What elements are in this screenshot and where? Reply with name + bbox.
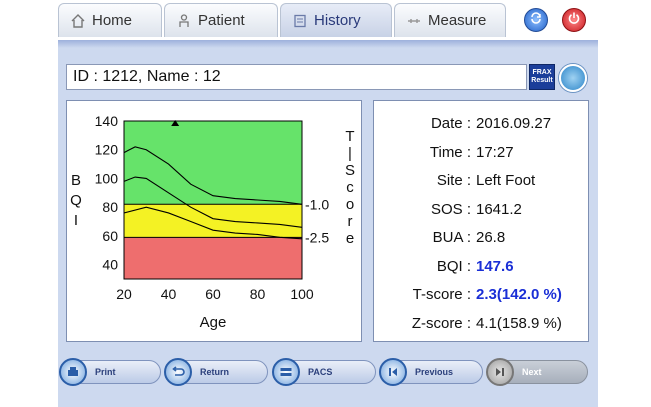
info-label: T-score : <box>412 286 471 303</box>
power-icon <box>567 11 581 30</box>
result-info-panel: Date : 2016.09.27 Time : 17:27 Site : Left Fo… <box>373 100 589 342</box>
tab-measure-label: Measure <box>428 12 487 29</box>
info-value: 2.3(142.0 %) <box>476 286 562 303</box>
frax-result-button[interactable]: FRAX Result <box>529 64 555 90</box>
print-button[interactable]: Print <box>59 358 161 386</box>
right-axis-label-char: S <box>345 162 355 179</box>
info-label: Site : <box>436 172 471 189</box>
info-value: 17:27 <box>476 143 514 161</box>
person-icon <box>177 13 191 28</box>
pacs-icon <box>272 358 300 386</box>
tab-patient-label: Patient <box>198 12 245 29</box>
right-axis-label-char: o <box>346 196 354 213</box>
info-value: 26.8 <box>476 229 506 246</box>
info-value: 147.6 <box>476 257 514 275</box>
refresh-button[interactable] <box>524 8 548 32</box>
tab-bar: Home Patient History Measure <box>58 0 598 40</box>
x-axis-label: Age <box>200 314 227 331</box>
next-button[interactable]: Next <box>486 358 588 386</box>
right-tick-label: -2.5 <box>305 229 329 245</box>
return-button[interactable]: Return <box>164 358 268 386</box>
return-arrow-icon <box>164 358 192 386</box>
next-icon <box>486 358 514 386</box>
bqi-age-chart: 140 120 100 80 60 40 20 40 60 80 100 -1.0 -2.5 Age BQI… <box>70 113 355 331</box>
right-axis-label-char: | <box>348 145 352 162</box>
right-axis-label-char: r <box>348 213 353 230</box>
band-0 <box>124 121 302 205</box>
x-tick-label: 100 <box>290 286 314 302</box>
history-panel: ID : 1212, Name : 12 FRAX Result 140 120 1… <box>58 40 598 407</box>
band-1 <box>124 204 302 238</box>
right-tick-label: -1.0 <box>305 196 329 212</box>
right-axis-label-char: c <box>346 179 354 196</box>
previous-label: Previous <box>415 367 454 377</box>
info-value: Left Foot <box>476 172 536 189</box>
x-tick-label: 60 <box>205 286 221 302</box>
y-axis-label-char: B <box>71 172 81 189</box>
right-axis-label-char: e <box>346 230 354 247</box>
right-axis-label-char: T <box>345 128 354 145</box>
info-label: Date : <box>430 115 471 132</box>
document-icon <box>293 14 307 28</box>
y-tick-label: 80 <box>102 199 118 215</box>
previous-button[interactable]: Previous <box>379 358 483 386</box>
return-label: Return <box>200 367 229 377</box>
bqi-chart-panel: 140 120 100 80 60 40 20 40 60 80 100 -1.0 -2.5 Age B Q I… <box>66 100 362 342</box>
tab-history[interactable]: History <box>280 3 392 37</box>
y-tick-label: 60 <box>102 228 118 244</box>
y-axis-label-char: Q <box>70 192 82 209</box>
house-icon <box>71 13 85 28</box>
pacs-button[interactable]: PACS <box>272 358 376 386</box>
y-tick-label: 40 <box>102 257 118 273</box>
band-2 <box>124 237 302 279</box>
tab-measure[interactable]: Measure <box>394 3 506 37</box>
tab-home[interactable]: Home <box>58 3 162 37</box>
ruler-icon <box>407 14 421 28</box>
info-label: Z-score : <box>411 314 471 332</box>
pacs-label: PACS <box>308 367 333 377</box>
tab-history-label: History <box>314 12 361 29</box>
frax-result-label: Result <box>531 77 553 84</box>
info-value: 4.1(158.9 %) <box>476 314 562 332</box>
refresh-icon <box>529 11 543 30</box>
y-tick-label: 140 <box>95 113 119 129</box>
tab-patient[interactable]: Patient <box>164 3 278 37</box>
cloud-upload-button[interactable] <box>559 64 587 92</box>
info-label: BQI : <box>436 257 471 275</box>
x-tick-label: 20 <box>116 286 132 302</box>
info-label: SOS : <box>430 200 471 218</box>
y-tick-label: 100 <box>95 170 119 186</box>
patient-id-bar: ID : 1212, Name : 12 <box>66 64 527 90</box>
next-label: Next <box>522 367 542 377</box>
print-label: Print <box>95 367 116 377</box>
y-tick-label: 120 <box>95 142 119 158</box>
info-label: Time : <box>429 143 471 161</box>
y-axis-label-char: I <box>74 212 78 229</box>
frax-label: FRAX <box>532 69 552 76</box>
x-tick-label: 40 <box>161 286 177 302</box>
info-value: 2016.09.27 <box>476 115 552 132</box>
printer-icon <box>59 358 87 386</box>
x-tick-label: 80 <box>250 286 266 302</box>
info-label: BUA : <box>432 229 471 246</box>
tab-home-label: Home <box>92 12 133 29</box>
info-value: 1641.2 <box>476 200 522 218</box>
power-button[interactable] <box>562 8 586 32</box>
panel-top-border <box>58 40 598 48</box>
previous-icon <box>379 358 407 386</box>
